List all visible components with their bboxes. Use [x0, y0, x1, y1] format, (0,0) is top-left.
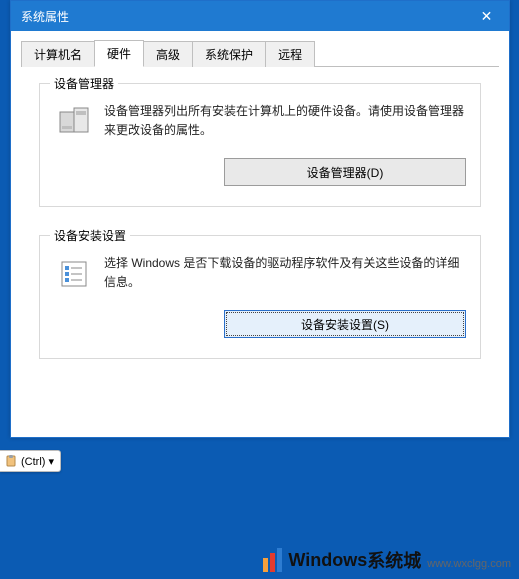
window-title: 系统属性: [21, 8, 69, 25]
close-icon: ✕: [481, 8, 493, 25]
titlebar[interactable]: 系统属性 ✕: [11, 1, 509, 31]
watermark-logo-icon: [263, 548, 284, 572]
watermark-brand2: 系统城: [367, 547, 421, 573]
watermark-brand1: Windows: [288, 550, 367, 571]
hardware-panel: 设备管理器 设备管理器列出所有安装在计算机上的硬件设备。请使用设备管理器来更改设…: [21, 67, 499, 437]
tab-advanced[interactable]: 高级: [143, 41, 193, 67]
device-manager-icon: [54, 102, 94, 142]
device-manager-group: 设备管理器 设备管理器列出所有安装在计算机上的硬件设备。请使用设备管理器来更改设…: [39, 83, 481, 207]
tab-system-protection[interactable]: 系统保护: [192, 41, 266, 67]
paste-options-tag[interactable]: (Ctrl) ▾: [0, 450, 61, 472]
paste-tag-label: (Ctrl) ▾: [21, 455, 54, 468]
tab-computer-name[interactable]: 计算机名: [21, 41, 95, 67]
install-settings-group: 设备安装设置 选择 Windows 是否下载设备的驱动程: [39, 235, 481, 359]
device-manager-desc: 设备管理器列出所有安装在计算机上的硬件设备。请使用设备管理器来更改设备的属性。: [104, 102, 466, 140]
clipboard-icon: [4, 454, 18, 468]
close-button[interactable]: ✕: [464, 1, 509, 31]
tab-hardware[interactable]: 硬件: [94, 40, 144, 67]
group-title: 设备管理器: [50, 75, 118, 92]
watermark: Windows 系统城 www.wxclgg.com: [263, 547, 511, 573]
install-settings-icon: [54, 254, 94, 294]
system-properties-dialog: 系统属性 ✕ 计算机名 硬件 高级 系统保护 远程 设备管理器: [10, 0, 510, 438]
device-manager-button[interactable]: 设备管理器(D): [224, 158, 466, 186]
watermark-url: www.wxclgg.com: [427, 558, 511, 570]
tab-remote[interactable]: 远程: [265, 41, 315, 67]
group-title: 设备安装设置: [50, 227, 130, 244]
install-settings-desc: 选择 Windows 是否下载设备的驱动程序软件及有关这些设备的详细信息。: [104, 254, 466, 292]
tab-strip: 计算机名 硬件 高级 系统保护 远程: [21, 39, 499, 67]
install-settings-button[interactable]: 设备安装设置(S): [224, 310, 466, 338]
